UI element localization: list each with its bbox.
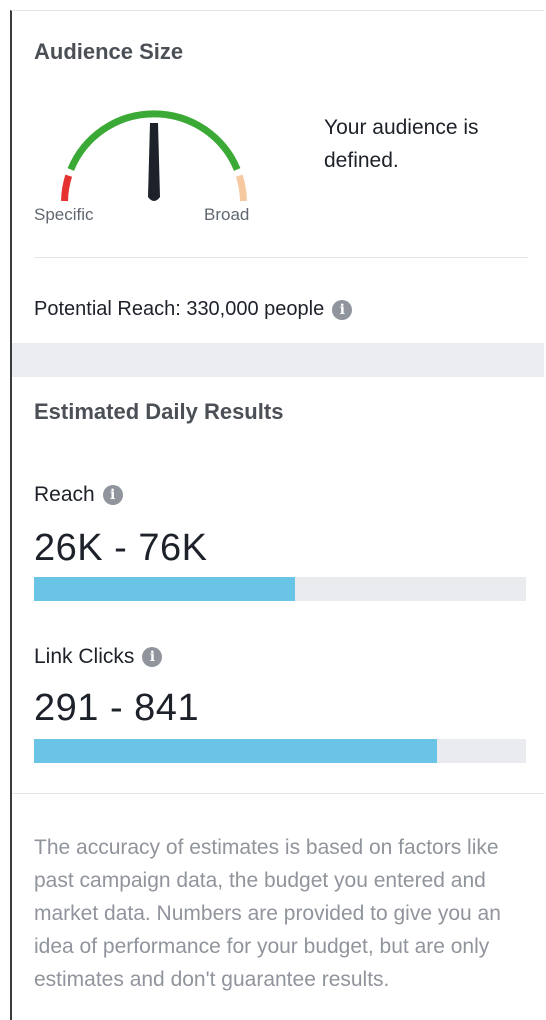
info-icon[interactable]: i <box>332 299 353 320</box>
reach-label-row: Reach i <box>34 483 123 507</box>
audience-definition-panel: Audience Size Specific Broad Your audien… <box>10 10 544 1020</box>
gauge-needle <box>148 123 160 201</box>
reach-value: 26K - 76K <box>34 527 208 569</box>
info-icon[interactable]: i <box>102 485 123 505</box>
link-clicks-label: Link Clicks <box>34 645 135 668</box>
reach-bar <box>34 577 526 601</box>
section-separator <box>12 343 544 377</box>
gauge-broad-segment <box>235 174 247 202</box>
reach-bar-fill <box>34 577 295 601</box>
audience-status-text: Your audience is defined. <box>324 116 479 172</box>
estimates-disclaimer: The accuracy of estimates is based on fa… <box>34 836 501 991</box>
gauge-broad-label: Broad <box>204 205 250 224</box>
reach-label: Reach <box>34 483 95 506</box>
potential-reach-text: Potential Reach: 330,000 people <box>34 298 325 320</box>
link-clicks-bar <box>34 739 526 763</box>
gauge-specific-label: Specific <box>34 205 94 224</box>
gauge-specific-segment <box>61 174 73 202</box>
link-clicks-label-row: Link Clicks i <box>34 645 163 669</box>
info-icon[interactable]: i <box>142 647 163 667</box>
link-clicks-bar-fill <box>34 739 438 763</box>
audience-size-title: Audience Size <box>34 39 184 64</box>
audience-gauge <box>61 110 247 202</box>
audience-divider <box>34 257 528 258</box>
link-clicks-value: 291 - 841 <box>34 687 200 729</box>
potential-reach-row: Potential Reach: 330,000 people i <box>34 298 353 321</box>
results-divider <box>12 793 544 794</box>
estimated-daily-results-title: Estimated Daily Results <box>34 399 284 424</box>
